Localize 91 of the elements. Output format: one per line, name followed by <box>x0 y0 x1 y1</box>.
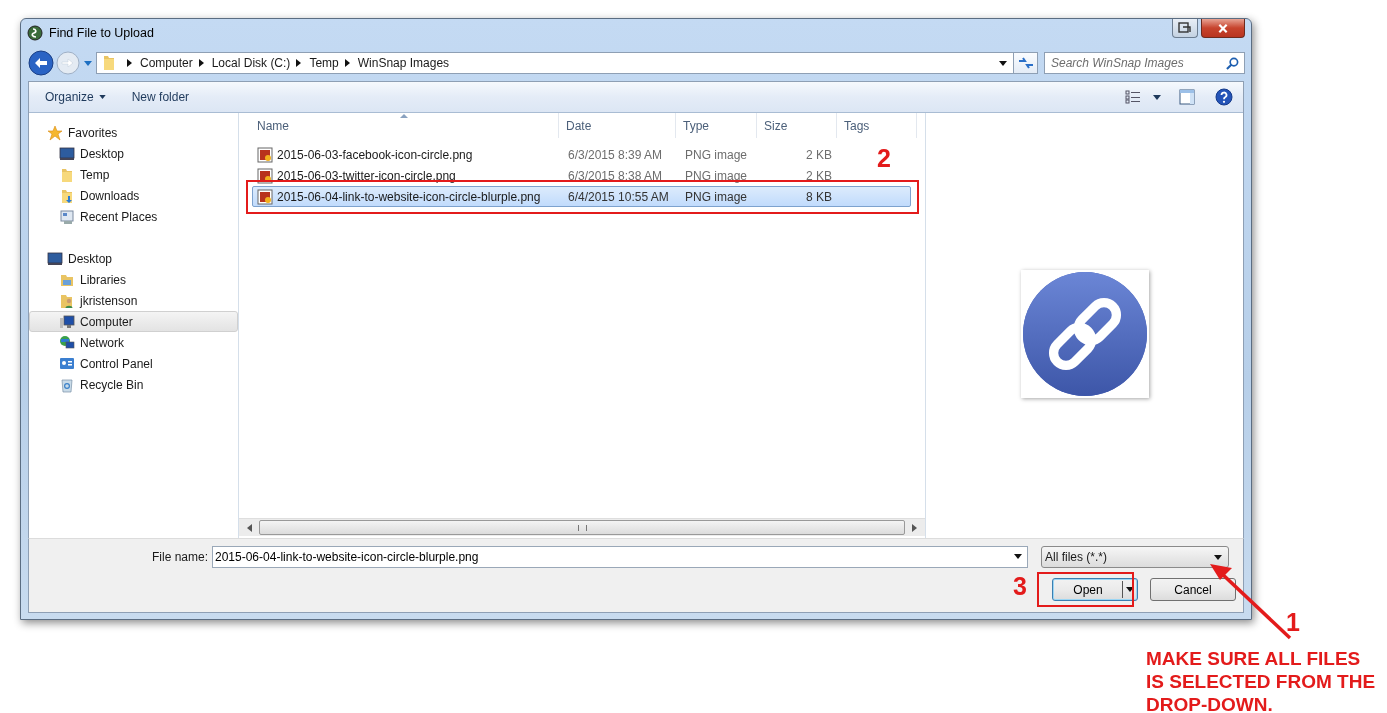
organize-menu[interactable]: Organize <box>37 87 114 107</box>
monitor-icon <box>47 250 63 267</box>
nav-item[interactable]: Desktop <box>29 143 238 164</box>
breadcrumb[interactable]: Computer <box>140 56 193 70</box>
monitor-icon <box>59 145 75 162</box>
instruction-note: MAKE SURE ALL FILES IS SELECTED FROM THE DROP-DOWN. <box>1146 648 1377 713</box>
table-cell: 2015-06-03-twitter-icon-circle.png <box>277 168 456 183</box>
file-row[interactable]: 2015-06-03-facebook-icon-circle.png 6/3/2015 8:39 AM PNG image 2 KB <box>252 144 833 165</box>
file-row[interactable]: 2015-06-04-link-to-website-icon-circle-blurple.png 6/4/2015 10:55 AM PNG image 8 KB <box>252 186 911 207</box>
restore-icon <box>1178 22 1192 34</box>
step-number: 2 <box>877 146 891 171</box>
table-cell: PNG image <box>685 147 748 162</box>
step-number: 1 <box>1286 610 1300 635</box>
chevron-right-icon[interactable] <box>127 59 132 67</box>
open-button[interactable]: Open <box>1052 578 1138 601</box>
network-icon <box>59 334 75 351</box>
recent-places-icon <box>59 208 75 225</box>
scroll-left-icon[interactable] <box>247 523 252 532</box>
recycle-bin-icon <box>59 376 75 393</box>
table-cell: 2015-06-03-facebook-icon-circle.png <box>277 147 473 162</box>
restore-button[interactable] <box>1172 19 1198 38</box>
download-folder-icon <box>59 187 75 204</box>
computer-icon <box>59 313 75 330</box>
history-caret-icon[interactable] <box>84 60 92 66</box>
search-icon <box>1226 56 1239 70</box>
caret-icon <box>1126 587 1134 592</box>
help-icon[interactable] <box>1215 88 1233 106</box>
preview-pane-icon[interactable] <box>1179 89 1195 105</box>
table-cell: 6/3/2015 8:38 AM <box>568 168 663 183</box>
table-cell: 6/3/2015 8:39 AM <box>568 147 663 162</box>
dropdown-caret-icon[interactable] <box>999 60 1007 66</box>
view-list-icon[interactable] <box>1125 90 1141 104</box>
nav-item[interactable]: Downloads <box>29 185 238 206</box>
table-cell: 2 KB <box>806 147 832 162</box>
folder-icon <box>59 166 75 183</box>
nav-item[interactable]: Libraries <box>29 269 238 290</box>
column-header[interactable]: Tags <box>837 113 917 138</box>
step-number: 3 <box>1013 574 1027 599</box>
file-name-label: File name: <box>150 550 209 564</box>
breadcrumb[interactable]: Temp <box>309 56 339 70</box>
dropdown-caret-icon[interactable] <box>1153 94 1161 100</box>
refresh-button[interactable] <box>1014 52 1038 74</box>
file-type-dropdown[interactable]: All files (*.*) <box>1041 546 1229 568</box>
nav-item[interactable]: Network <box>29 332 238 353</box>
search-field[interactable]: Search WinSnap Images <box>1044 52 1245 74</box>
nav-item[interactable]: Recycle Bin <box>29 374 238 395</box>
table-cell: 8 KB <box>806 189 832 204</box>
table-cell: 6/4/2015 10:55 AM <box>568 189 669 204</box>
user-folder-icon <box>59 292 75 309</box>
column-header[interactable]: Size <box>757 113 837 138</box>
app-icon <box>27 25 43 41</box>
cancel-button[interactable]: Cancel <box>1150 578 1236 601</box>
folder-icon <box>101 55 117 71</box>
table-cell: PNG image <box>685 168 748 183</box>
nav-item[interactable]: Temp <box>29 164 238 185</box>
image-file-icon <box>257 188 273 205</box>
nav-item[interactable]: Computer <box>29 311 238 332</box>
sort-arrow-icon <box>400 114 408 118</box>
dropdown-caret-icon[interactable] <box>1014 554 1022 559</box>
image-file-icon <box>257 146 273 163</box>
control-panel-icon <box>59 355 75 372</box>
chevron-right-icon[interactable] <box>344 59 350 67</box>
horizontal-scrollbar[interactable] <box>239 518 925 536</box>
table-cell: 2015-06-04-link-to-website-icon-circle-blurple.png <box>277 189 541 204</box>
nav-item[interactable]: Control Panel <box>29 353 238 374</box>
close-button[interactable] <box>1201 19 1245 38</box>
window-title: Find File to Upload <box>49 26 154 40</box>
close-icon <box>1217 22 1229 34</box>
column-header[interactable]: Name <box>250 113 559 138</box>
column-header[interactable]: Date <box>559 113 676 138</box>
nav-item[interactable]: Recent Places <box>29 206 238 227</box>
nav-item[interactable]: jkristenson <box>29 290 238 311</box>
back-button[interactable] <box>28 50 54 76</box>
table-cell: 2 KB <box>806 168 832 183</box>
breadcrumb[interactable]: Local Disk (C:) <box>211 56 291 70</box>
file-row[interactable]: 2015-06-03-twitter-icon-circle.png 6/3/2015 8:38 AM PNG image 2 KB <box>252 165 833 186</box>
nav-item[interactable]: Desktop <box>29 248 238 269</box>
dropdown-caret-icon <box>1214 554 1222 560</box>
toolbar-button[interactable]: New folder <box>123 87 198 107</box>
file-name-field[interactable]: 2015-06-04-link-to-website-icon-circle-blurple.png <box>212 546 1028 568</box>
caret-icon <box>98 95 106 99</box>
address-bar[interactable]: Computer Local Disk (C:) Temp WinSnap Images <box>96 52 1014 74</box>
scroll-right-icon[interactable] <box>912 523 917 532</box>
star-icon <box>47 124 63 141</box>
chevron-right-icon[interactable] <box>198 59 204 67</box>
column-header[interactable]: Type <box>676 113 757 138</box>
breadcrumb[interactable]: WinSnap Images <box>357 56 450 70</box>
chevron-right-icon[interactable] <box>296 59 302 67</box>
refresh-icon <box>1017 56 1034 70</box>
table-cell: PNG image <box>685 189 748 204</box>
nav-item[interactable]: Favorites <box>29 122 238 143</box>
